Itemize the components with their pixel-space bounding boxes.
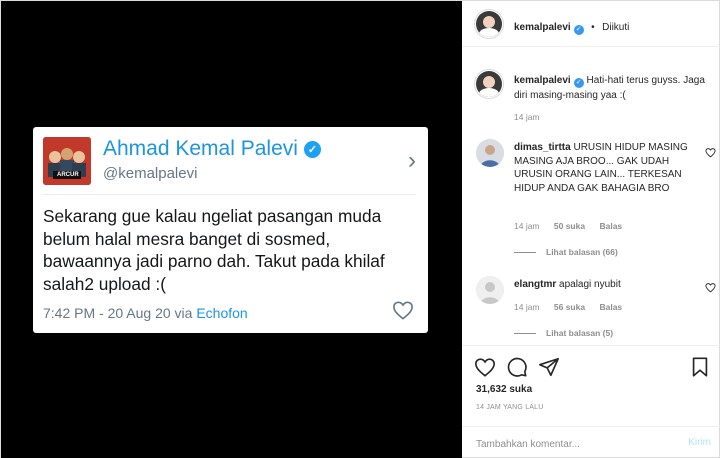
comment-avatar[interactable]	[476, 139, 504, 167]
header-avatar[interactable]	[474, 9, 504, 39]
comment-item: dimas_tirtta URUSIN HIDUP MASING MASING …	[476, 139, 716, 259]
comment-body: dimas_tirtta URUSIN HIDUP MASING MASING …	[514, 141, 689, 195]
comment-input[interactable]	[476, 436, 666, 452]
action-bar: 31,632 suka 14 JAM YANG LALU Kirim	[462, 345, 720, 458]
heart-icon[interactable]	[474, 356, 496, 378]
header-username[interactable]: kemalpalevi	[514, 22, 571, 33]
comment-item: elangtmr apalagi nyubit 14 jam 56 suka B…	[476, 276, 716, 340]
view-replies-button[interactable]: Lihat balasan (5)	[514, 328, 613, 338]
replies-line	[514, 251, 536, 253]
verified-icon: ✓	[573, 25, 584, 35]
comment-heart-icon[interactable]	[705, 147, 716, 158]
tweet-name-text: Ahmad Kemal Palevi	[103, 137, 298, 160]
caption: kemalpalevi ✓ Hati-hati terus guyss. Jaga…	[514, 73, 714, 103]
post-media[interactable]: ARCUR Ahmad Kemal Palevi ✓ @kemalpalevi …	[1, 1, 462, 458]
post-frame: ARCUR Ahmad Kemal Palevi ✓ @kemalpalevi …	[0, 0, 720, 458]
view-replies-label: Lihat balasan (66)	[546, 247, 618, 257]
caption-username[interactable]: kemalpalevi	[514, 75, 571, 86]
post-time[interactable]: 14 JAM YANG LALU	[476, 404, 544, 411]
header-user-row: kemalpalevi ✓ • Diikuti	[514, 17, 629, 35]
comment-likes[interactable]: 50 suka	[554, 221, 585, 231]
separator-dot: •	[591, 22, 595, 33]
tweet-divider	[43, 194, 416, 195]
share-icon[interactable]	[538, 356, 560, 378]
tweet-avatar: ARCUR	[43, 137, 91, 185]
comment-heart-icon[interactable]	[705, 282, 716, 293]
follow-status-button[interactable]: Diikuti	[602, 22, 629, 33]
like-count[interactable]: 31,632 suka	[476, 384, 532, 395]
comment-time[interactable]: 14 jam	[514, 302, 540, 312]
reply-button[interactable]: Balas	[599, 302, 622, 312]
comment-icon[interactable]	[506, 356, 528, 378]
chevron-right-icon[interactable]: ›	[408, 149, 416, 173]
comment-username[interactable]: dimas_tirtta	[514, 142, 571, 153]
tweet-display-name[interactable]: Ahmad Kemal Palevi ✓	[103, 137, 321, 161]
tweet-avatar-label: ARCUR	[57, 172, 79, 178]
comment-body: elangtmr apalagi nyubit	[514, 278, 689, 292]
tweet-text: Sekarang gue kalau ngeliat pasangan muda…	[43, 206, 385, 294]
post-sidebar: kemalpalevi ✓ • Diikuti kemalpalevi ✓ Hati…	[462, 1, 720, 458]
tweet-handle[interactable]: @kemalpalevi	[103, 165, 197, 182]
post-header: kemalpalevi ✓ • Diikuti	[462, 1, 720, 47]
tweet-source[interactable]: Echofon	[196, 305, 247, 321]
comment-meta: 14 jam 50 suka Balas	[514, 221, 622, 231]
view-replies-button[interactable]: Lihat balasan (66)	[514, 247, 618, 257]
comment-text: apalagi nyubit	[559, 279, 621, 290]
tweet-card: ARCUR Ahmad Kemal Palevi ✓ @kemalpalevi …	[33, 127, 428, 333]
add-comment-bar: Kirim	[462, 426, 720, 458]
comment-likes[interactable]: 56 suka	[554, 302, 585, 312]
comment-meta: 14 jam 56 suka Balas	[514, 302, 622, 312]
tweet-time: 7:42 PM - 20 Aug 20 via	[43, 305, 193, 321]
comment-username[interactable]: elangtmr	[514, 279, 556, 290]
verified-icon: ✓	[573, 78, 584, 88]
comment-avatar[interactable]	[476, 276, 504, 304]
comment-time[interactable]: 14 jam	[514, 221, 540, 231]
post-comment-button[interactable]: Kirim	[688, 437, 711, 448]
tweet-meta: 7:42 PM - 20 Aug 20 via Echofon	[43, 305, 248, 321]
caption-time[interactable]: 14 jam	[514, 112, 540, 122]
reply-button[interactable]: Balas	[599, 221, 622, 231]
replies-line	[514, 332, 536, 334]
caption-avatar[interactable]	[474, 69, 504, 99]
bookmark-icon[interactable]	[689, 356, 711, 378]
tweet-heart-icon[interactable]	[392, 300, 414, 320]
verified-icon: ✓	[303, 140, 321, 158]
view-replies-label: Lihat balasan (5)	[546, 328, 614, 338]
